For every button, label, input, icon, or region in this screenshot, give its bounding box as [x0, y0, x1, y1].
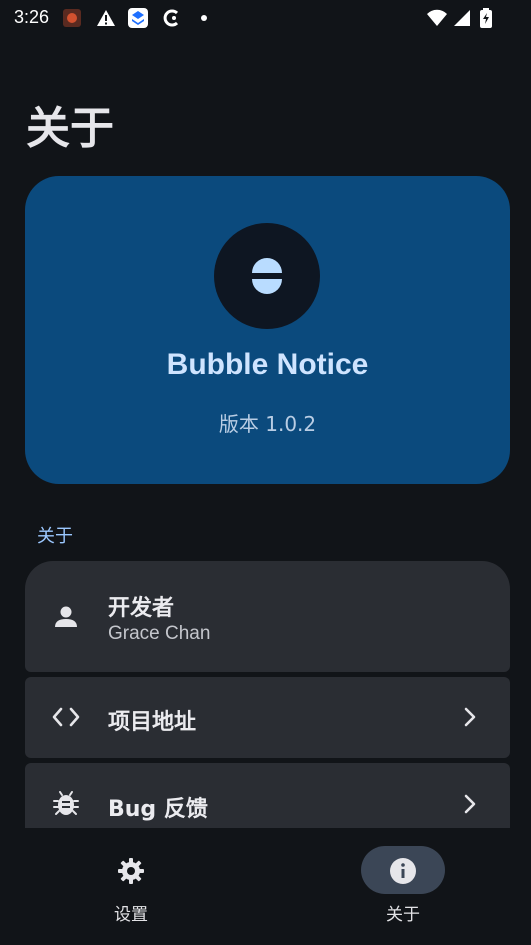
status-bar: 3:26	[0, 0, 531, 36]
app-name: Bubble Notice	[166, 348, 369, 381]
info-icon	[390, 858, 416, 884]
warning-icon	[97, 10, 115, 26]
wifi-icon	[427, 9, 447, 26]
dot-icon	[201, 15, 207, 21]
c-app-icon	[163, 9, 179, 27]
developer-name: Grace Chan	[108, 623, 211, 644]
nav-item-settings[interactable]: 设置	[31, 828, 231, 945]
nav-label-about: 关于	[386, 905, 420, 925]
bubble-logo-icon	[252, 258, 282, 294]
app-notification-icon	[63, 9, 81, 27]
person-icon	[55, 606, 77, 627]
section-label: 关于	[37, 526, 73, 547]
signal-icon	[454, 10, 470, 26]
app-icon	[128, 8, 148, 28]
app-logo	[214, 223, 320, 329]
gear-icon	[118, 858, 144, 884]
nav-item-about[interactable]: 关于	[303, 828, 503, 945]
project-address-title: 项目地址	[108, 710, 197, 735]
bug-feedback-title: Bug 反馈	[108, 797, 208, 822]
status-time: 3:26	[14, 7, 50, 27]
project-address-item[interactable]: 项目地址	[25, 677, 510, 758]
code-icon	[52, 707, 80, 727]
app-version: 版本 1.0.2	[218, 412, 317, 436]
bottom-navigation: 设置 关于	[0, 828, 531, 945]
developer-item[interactable]: 开发者 Grace Chan	[25, 561, 510, 672]
chevron-right-icon	[464, 707, 476, 727]
battery-charging-icon	[480, 8, 492, 28]
developer-title: 开发者	[108, 596, 175, 621]
page-title: 关于	[26, 103, 114, 154]
chevron-right-icon	[464, 794, 476, 814]
nav-label-settings: 设置	[114, 905, 148, 925]
bug-icon	[53, 791, 79, 815]
app-info-card: Bubble Notice 版本 1.0.2	[25, 176, 510, 484]
